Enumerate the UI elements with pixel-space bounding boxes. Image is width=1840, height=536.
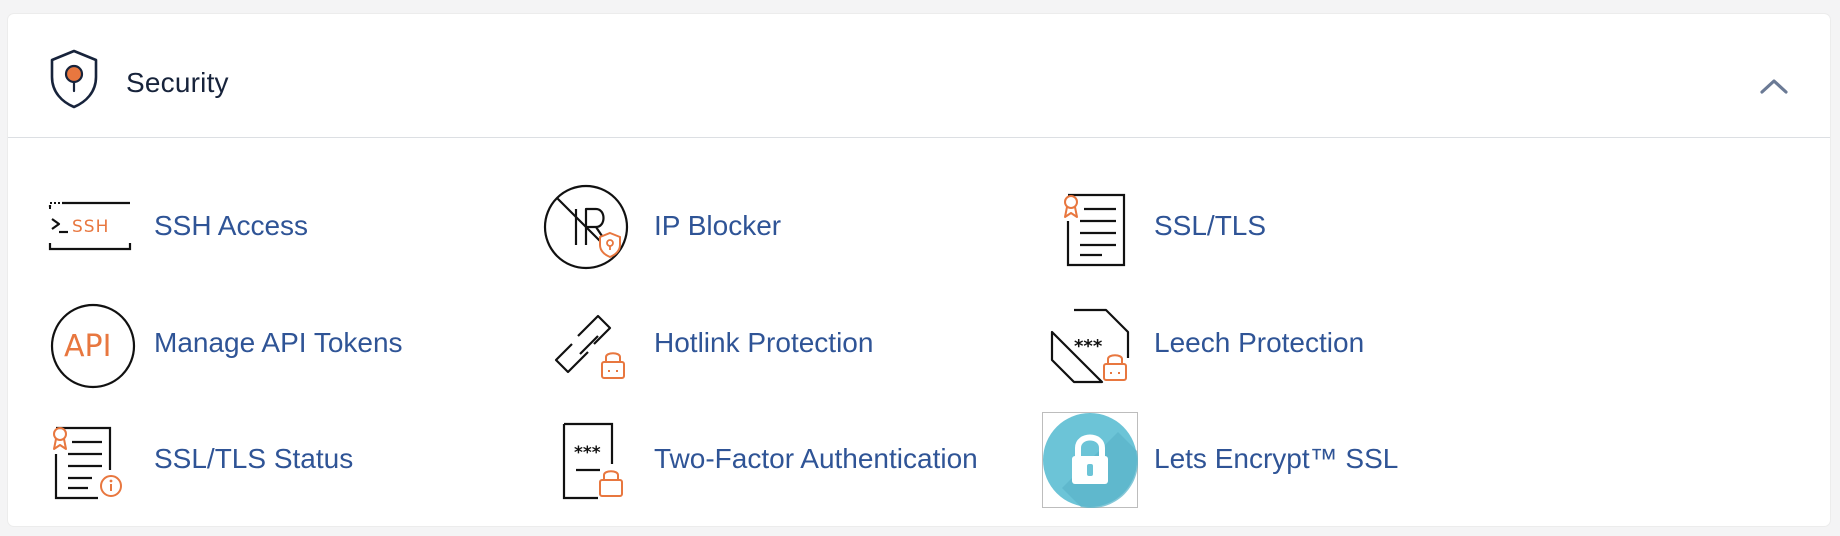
chevron-up-icon[interactable] bbox=[1756, 74, 1792, 98]
lets-encrypt-padlock-icon bbox=[1042, 412, 1138, 508]
shield-pin-icon bbox=[50, 49, 98, 109]
leech-octagon-lock-icon: *** bbox=[1050, 308, 1130, 384]
item-label: SSH Access bbox=[154, 210, 309, 241]
section-title: Security bbox=[126, 67, 229, 98]
ssh-terminal-icon: SSH bbox=[48, 201, 132, 251]
item-label: SSL/TLS Status bbox=[154, 443, 354, 474]
item-label: Manage API Tokens bbox=[154, 327, 403, 358]
svg-text:***: *** bbox=[1074, 336, 1103, 357]
security-panel: Security SSH SSH Access IP Blocker SSL/T… bbox=[8, 14, 1830, 526]
api-tokens-icon: API bbox=[50, 303, 136, 389]
item-label: Leech Protection bbox=[1154, 327, 1365, 358]
svg-text:SSH: SSH bbox=[72, 217, 109, 237]
item-label: Hotlink Protection bbox=[654, 327, 874, 358]
svg-text:***: *** bbox=[574, 443, 601, 463]
item-label: Lets Encrypt™ SSL bbox=[1154, 443, 1399, 474]
item-label: IP Blocker bbox=[654, 210, 782, 241]
ssl-status-info-icon bbox=[53, 426, 122, 500]
item-label: Two-Factor Authentication bbox=[654, 443, 978, 474]
two-factor-password-lock-icon: *** bbox=[562, 422, 623, 500]
hotlink-chain-lock-icon bbox=[554, 314, 625, 379]
svg-text:API: API bbox=[64, 329, 111, 364]
ssl-certificate-icon bbox=[1064, 193, 1126, 267]
ip-blocker-icon bbox=[543, 184, 629, 270]
security-section-header[interactable]: Security bbox=[8, 14, 1830, 138]
item-label: SSL/TLS bbox=[1154, 210, 1267, 241]
